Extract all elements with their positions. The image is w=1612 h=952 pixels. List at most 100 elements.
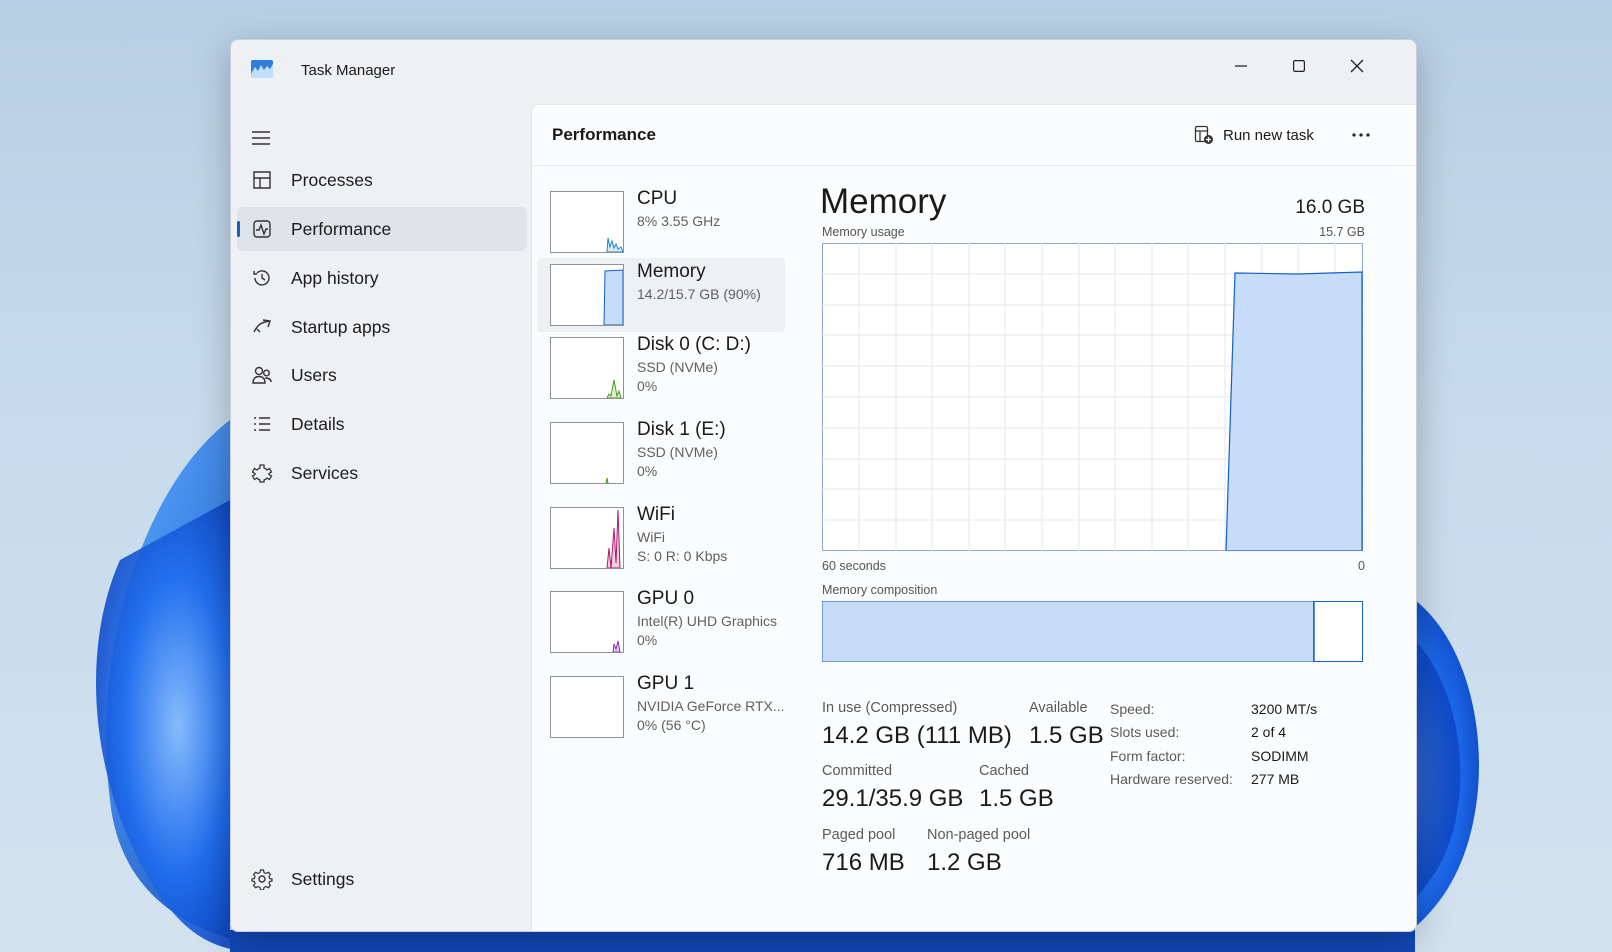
- close-button[interactable]: [1328, 46, 1386, 86]
- device-detail: NVIDIA GeForce RTX...: [637, 698, 785, 714]
- nav-item-details[interactable]: Details: [237, 402, 527, 446]
- device-disk-0[interactable]: Disk 0 (C: D:) SSD (NVMe) 0%: [537, 331, 785, 405]
- memory-total: 16.0 GB: [1295, 197, 1365, 218]
- task-manager-window: Task Manager Processes Performance App h…: [230, 39, 1417, 932]
- device-disk-1[interactable]: Disk 1 (E:) SSD (NVMe) 0%: [537, 416, 785, 490]
- nav-item-app-history[interactable]: App history: [237, 256, 527, 300]
- maximize-button[interactable]: [1270, 46, 1328, 86]
- cached-label: Cached: [979, 763, 1029, 779]
- wifi-thumbnail-graph: [550, 507, 624, 569]
- close-icon: [1350, 59, 1364, 73]
- memory-usage-max: 15.7 GB: [1319, 225, 1365, 239]
- graph-axis-right-label: 0: [1358, 559, 1365, 573]
- available-value: 1.5 GB: [1029, 722, 1104, 749]
- form-factor-label: Form factor:: [1110, 748, 1186, 764]
- device-detail: 14.2/15.7 GB (90%): [637, 286, 761, 302]
- available-label: Available: [1029, 700, 1088, 716]
- nav-item-processes[interactable]: Processes: [237, 158, 527, 202]
- minimize-button[interactable]: [1212, 46, 1270, 86]
- disk1-thumbnail-graph: [550, 422, 624, 484]
- run-task-icon: [1194, 125, 1213, 144]
- speed-label: Speed:: [1110, 701, 1155, 717]
- more-icon: [1352, 133, 1370, 137]
- memory-heading: Memory: [820, 182, 947, 221]
- non-paged-pool-value: 1.2 GB: [927, 849, 1002, 876]
- device-detail: SSD (NVMe): [637, 444, 718, 460]
- paged-pool-value: 716 MB: [822, 849, 905, 876]
- nav-label-app-history: App history: [291, 267, 379, 288]
- device-detail: SSD (NVMe): [637, 359, 718, 375]
- gpu1-thumbnail-graph: [550, 676, 624, 738]
- nav-label-startup-apps: Startup apps: [291, 316, 391, 337]
- nav-label-performance: Performance: [291, 218, 392, 239]
- memory-usage-graph: [822, 243, 1363, 551]
- processes-icon: [253, 171, 271, 189]
- hamburger-icon: [252, 131, 270, 145]
- device-name: WiFi: [637, 504, 675, 525]
- nav-label-users: Users: [291, 364, 337, 385]
- nav-label-settings: Settings: [291, 868, 355, 889]
- slots-used-value: 2 of 4: [1251, 724, 1287, 740]
- cached-value: 1.5 GB: [979, 785, 1054, 812]
- disk0-thumbnail-graph: [550, 337, 624, 399]
- memory-usage-area: [1225, 271, 1363, 551]
- run-new-task-button[interactable]: Run new task: [1194, 121, 1314, 149]
- device-detail: 8% 3.55 GHz: [637, 213, 721, 229]
- navigation-pane: Processes Performance App history Startu…: [231, 104, 531, 931]
- graph-axis-left-label: 60 seconds: [822, 559, 886, 573]
- device-name: GPU 1: [637, 673, 695, 694]
- window-title: Task Manager: [301, 62, 396, 79]
- nav-label-processes: Processes: [291, 169, 373, 190]
- device-utilization: 0%: [637, 378, 658, 394]
- device-name: Disk 0 (C: D:): [637, 334, 751, 355]
- device-throughput: S: 0 R: 0 Kbps: [637, 548, 728, 564]
- page-title: Performance: [552, 125, 656, 144]
- hardware-reserved-value: 277 MB: [1251, 771, 1300, 787]
- device-memory[interactable]: Memory 14.2/15.7 GB (90%): [537, 258, 785, 332]
- memory-composition-bar: [822, 601, 1363, 662]
- device-utilization: 0% (56 °C): [637, 717, 706, 733]
- details-icon: [254, 417, 270, 431]
- hardware-reserved-label: Hardware reserved:: [1110, 771, 1233, 787]
- device-cpu[interactable]: CPU 8% 3.55 GHz: [537, 185, 785, 259]
- device-wifi[interactable]: WiFi WiFi S: 0 R: 0 Kbps: [537, 501, 785, 575]
- composition-in-use-segment: [822, 601, 1314, 662]
- device-gpu-0[interactable]: GPU 0 Intel(R) UHD Graphics 0%: [537, 585, 785, 659]
- nav-label-services: Services: [291, 462, 359, 483]
- performance-content: Performance Run new task CPU 8% 3.55 GHz…: [531, 104, 1416, 931]
- committed-value: 29.1/35.9 GB: [822, 785, 964, 812]
- nav-label-details: Details: [291, 413, 345, 434]
- title-bar: Task Manager: [231, 40, 1416, 104]
- minimize-icon: [1235, 65, 1247, 67]
- device-detail: WiFi: [637, 529, 665, 545]
- nav-item-users[interactable]: Users: [237, 353, 527, 397]
- device-name: GPU 0: [637, 588, 695, 609]
- history-icon: [253, 270, 270, 286]
- services-icon: [251, 464, 273, 483]
- nav-item-services[interactable]: Services: [237, 451, 527, 495]
- non-paged-pool-label: Non-paged pool: [927, 827, 1031, 843]
- device-detail: Intel(R) UHD Graphics: [637, 613, 778, 629]
- device-name: Disk 1 (E:): [637, 419, 726, 440]
- nav-item-settings[interactable]: Settings: [237, 857, 527, 901]
- paged-pool-label: Paged pool: [822, 827, 896, 843]
- maximize-icon: [1293, 60, 1305, 72]
- more-options-button[interactable]: [1342, 119, 1380, 151]
- nav-item-performance[interactable]: Performance: [237, 207, 527, 251]
- gpu0-thumbnail-graph: [550, 591, 624, 653]
- slots-used-label: Slots used:: [1110, 724, 1180, 740]
- device-gpu-1[interactable]: GPU 1 NVIDIA GeForce RTX... 0% (56 °C): [537, 670, 785, 744]
- nav-item-startup-apps[interactable]: Startup apps: [237, 305, 527, 349]
- memory-usage-label: Memory usage: [822, 225, 905, 239]
- startup-icon: [253, 319, 271, 333]
- device-utilization: 0%: [637, 463, 658, 479]
- hamburger-menu-button[interactable]: [249, 126, 273, 150]
- form-factor-value: SODIMM: [1251, 748, 1309, 764]
- memory-composition-label: Memory composition: [822, 583, 938, 597]
- task-manager-app-icon: [251, 60, 273, 78]
- in-use-label: In use (Compressed): [822, 700, 958, 716]
- gear-icon: [251, 869, 273, 890]
- device-name: CPU: [637, 188, 678, 209]
- speed-value: 3200 MT/s: [1251, 701, 1318, 717]
- memory-thumbnail-graph: [550, 264, 624, 326]
